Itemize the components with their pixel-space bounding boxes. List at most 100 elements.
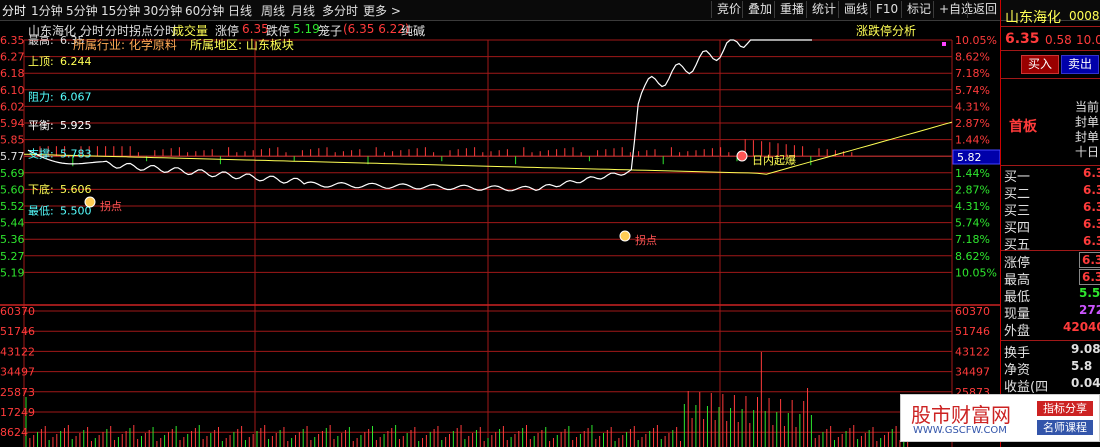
pct-tick-label: 5.74% bbox=[955, 84, 990, 97]
marker-label: 拐点 bbox=[100, 199, 122, 213]
bid-label: 买五 bbox=[1004, 238, 1031, 253]
settings-dot bbox=[942, 42, 946, 46]
level-label: 下底: bbox=[28, 182, 54, 196]
volume-tick-label: 34497 bbox=[0, 366, 35, 379]
rp-divider bbox=[1001, 78, 1100, 79]
bid-price: 6.3 bbox=[1083, 183, 1100, 197]
volume-tick-label: 34497 bbox=[955, 366, 990, 379]
level-labels: 最高: 6.35上顶: 6.244阻力: 6.067平衡: 5.925支撑: 5.783下… bbox=[28, 33, 92, 217]
buy-button[interactable]: 买入 bbox=[1021, 55, 1059, 74]
price-tick-label: 5.77 bbox=[0, 150, 25, 163]
price-tick-label: 5.69 bbox=[0, 167, 25, 180]
marker-icon bbox=[736, 150, 748, 162]
price-tick-label: 6.18 bbox=[0, 67, 25, 80]
pct-tick-label: 7.18% bbox=[955, 233, 990, 246]
current-price-tag: 5.82 bbox=[952, 149, 1000, 165]
board-label: 首板 bbox=[1009, 119, 1037, 135]
pct-tick-label: 1.44% bbox=[955, 167, 990, 180]
stat2-label: 收益(四 bbox=[1004, 380, 1049, 395]
current-price-value: 5.82 bbox=[957, 151, 982, 164]
watermark-logo: 股市财富网 WWW.GSCFW.COM 指标分享 名师课程 bbox=[900, 394, 1100, 442]
level-value: 5.606 bbox=[60, 183, 92, 196]
volume-tick-label: 51746 bbox=[955, 325, 990, 338]
level-value: 5.925 bbox=[60, 119, 92, 132]
bid-price: 6.3 bbox=[1083, 217, 1100, 231]
marker-label: 日内起爆 bbox=[752, 153, 796, 167]
rp-pct: 10.0 bbox=[1076, 33, 1100, 47]
pct-tick-label: 7.18% bbox=[955, 67, 990, 80]
volume-tick-label: 43122 bbox=[955, 345, 990, 358]
volume-tick-label: 43122 bbox=[0, 345, 35, 358]
bid-price: 6.3 bbox=[1083, 166, 1100, 180]
price-tick-label: 5.36 bbox=[0, 233, 25, 246]
watermark-tag2: 名师课程 bbox=[1037, 420, 1093, 435]
price-tick-label: 6.10 bbox=[0, 84, 25, 97]
volume-tick-label: 8624 bbox=[0, 426, 28, 439]
volume-tick-label: 51746 bbox=[0, 325, 35, 338]
pct-tick-label: 4.31% bbox=[955, 200, 990, 213]
stat-value: 6.3 bbox=[1079, 269, 1100, 285]
rp-stock-code: 00082 bbox=[1069, 9, 1100, 23]
level-label: 最低: bbox=[28, 204, 54, 217]
level-label: 支撑: bbox=[28, 147, 54, 161]
pct-tick-label: 4.31% bbox=[955, 100, 990, 113]
price-tick-label: 6.35 bbox=[0, 34, 25, 47]
rp-info-4: 十日 bbox=[1075, 145, 1100, 159]
marker-icon bbox=[84, 196, 96, 208]
price-tick-label: 6.02 bbox=[0, 100, 25, 113]
intraday-chart: 最高: 6.35上顶: 6.244 阻力: 6.067 平衡: 5.925 支撑: 5.783 下… bbox=[0, 33, 1000, 447]
rp-divider bbox=[1001, 340, 1100, 341]
bid-price: 6.3 bbox=[1083, 200, 1100, 214]
quote-panel: 山东海化 00082 6.35 0.58 10.0 买入 卖出 首板 当前 封单… bbox=[1000, 0, 1100, 447]
bid-price: 6.3 bbox=[1083, 234, 1100, 248]
level-label: 阻力: bbox=[28, 91, 54, 104]
pct-tick-label: 10.05% bbox=[955, 266, 997, 279]
watermark-url: WWW.GSCFW.COM bbox=[913, 425, 1007, 436]
stat2-value: 0.04 bbox=[1071, 376, 1100, 390]
stat2-value: 9.08 bbox=[1071, 342, 1100, 356]
stat-label: 外盘 bbox=[1004, 324, 1031, 339]
price-tick-label: 5.60 bbox=[0, 183, 25, 196]
pct-tick-label: 5.74% bbox=[955, 217, 990, 230]
stat-value: 6.3 bbox=[1079, 252, 1100, 268]
price-line bbox=[27, 39, 812, 192]
pct-tick-label: 1.44% bbox=[955, 134, 990, 147]
rp-divider bbox=[1001, 26, 1100, 27]
region-info: 所属地区: 山东板块 bbox=[190, 38, 294, 52]
sell-button[interactable]: 卖出 bbox=[1061, 55, 1099, 74]
rp-divider bbox=[1001, 50, 1100, 51]
price-tick-label: 5.52 bbox=[0, 200, 25, 213]
volume-tick-label: 60370 bbox=[0, 305, 35, 318]
volume-tick-label: 60370 bbox=[955, 305, 990, 318]
industry-info: 所属行业: 化学原料 bbox=[73, 37, 177, 52]
watermark-tag1: 指标分享 bbox=[1037, 401, 1093, 416]
stat2-value: 5.8 bbox=[1071, 359, 1093, 373]
chart-grid bbox=[0, 39, 1000, 447]
level-label: 上顶: bbox=[28, 55, 54, 68]
volume-bars bbox=[25, 352, 909, 447]
level-value: 6.067 bbox=[60, 91, 92, 104]
price-tick-label: 5.27 bbox=[0, 250, 25, 263]
level-label: 最高: bbox=[28, 33, 54, 47]
pct-tick-label: 10.05% bbox=[955, 34, 997, 47]
price-tick-label: 5.94 bbox=[0, 117, 25, 130]
level-label: 平衡: bbox=[28, 119, 54, 132]
pct-tick-label: 8.62% bbox=[955, 250, 990, 263]
pct-tick-label: 2.87% bbox=[955, 117, 990, 130]
stat-value: 272 bbox=[1079, 303, 1100, 317]
price-tick-label: 5.44 bbox=[0, 217, 25, 230]
pct-tick-label: 2.87% bbox=[955, 183, 990, 196]
volume-tick-label: 25873 bbox=[0, 386, 35, 399]
pct-tick-label: 8.62% bbox=[955, 51, 990, 64]
rp-price: 6.35 bbox=[1005, 31, 1040, 47]
level-value: 5.783 bbox=[60, 148, 92, 161]
volume-tick-label: 17249 bbox=[0, 406, 35, 419]
price-tick-label: 6.27 bbox=[0, 51, 25, 64]
watermark-title: 股市财富网 bbox=[911, 403, 1011, 427]
price-tick-label: 5.19 bbox=[0, 266, 25, 279]
marker-icon bbox=[619, 230, 631, 242]
stat-value: 5.5 bbox=[1079, 286, 1100, 300]
flow-bars bbox=[39, 139, 853, 167]
axis-labels: 6.35 6.27 6.18 6.10 6.02 5.94 5.85 5.77 5.69 5.60… bbox=[0, 34, 997, 439]
rp-stock-name: 山东海化 bbox=[1005, 10, 1061, 26]
